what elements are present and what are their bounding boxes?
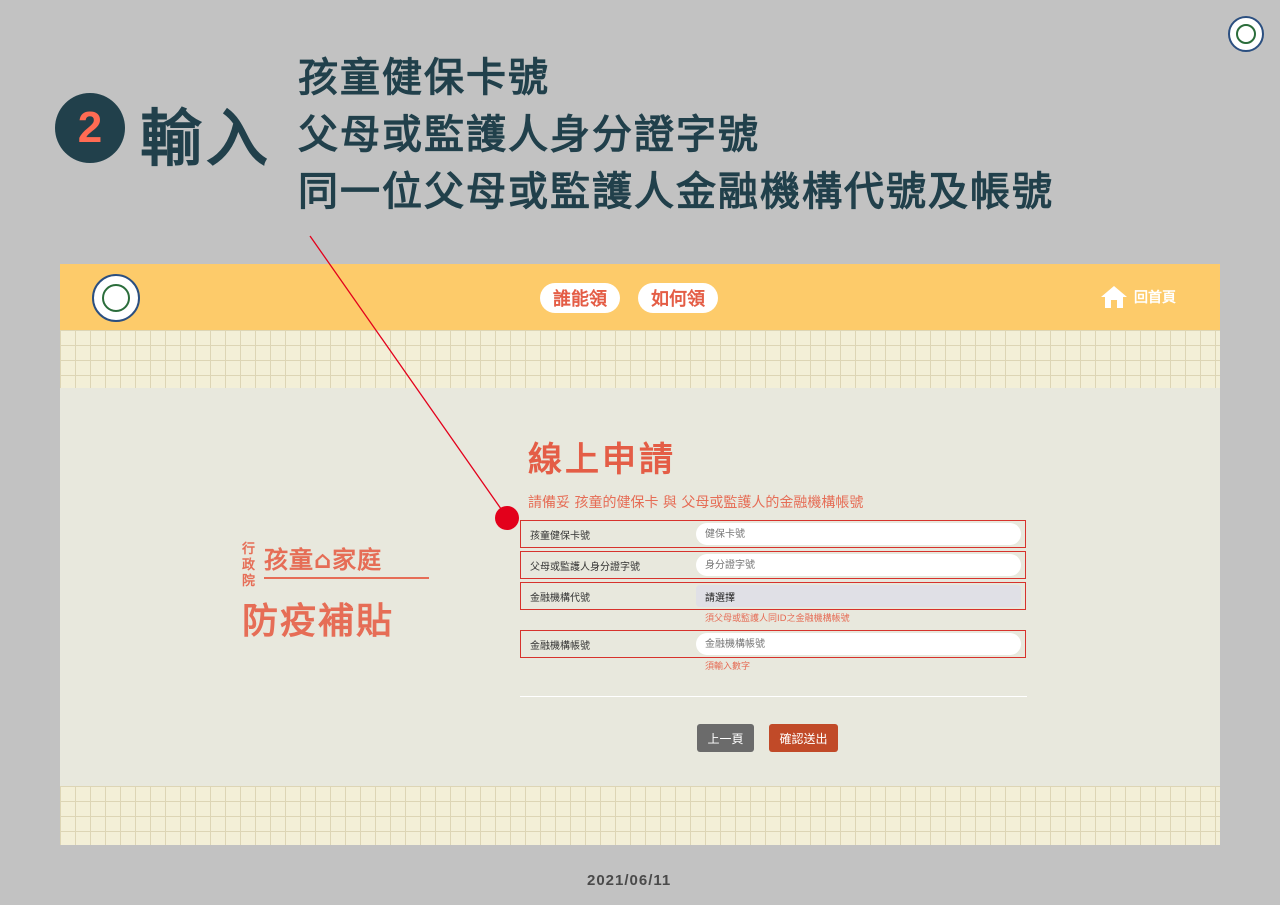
slide-date: 2021/06/11 bbox=[587, 872, 672, 889]
pointer-line bbox=[309, 235, 507, 517]
pointer-marker bbox=[495, 506, 519, 530]
